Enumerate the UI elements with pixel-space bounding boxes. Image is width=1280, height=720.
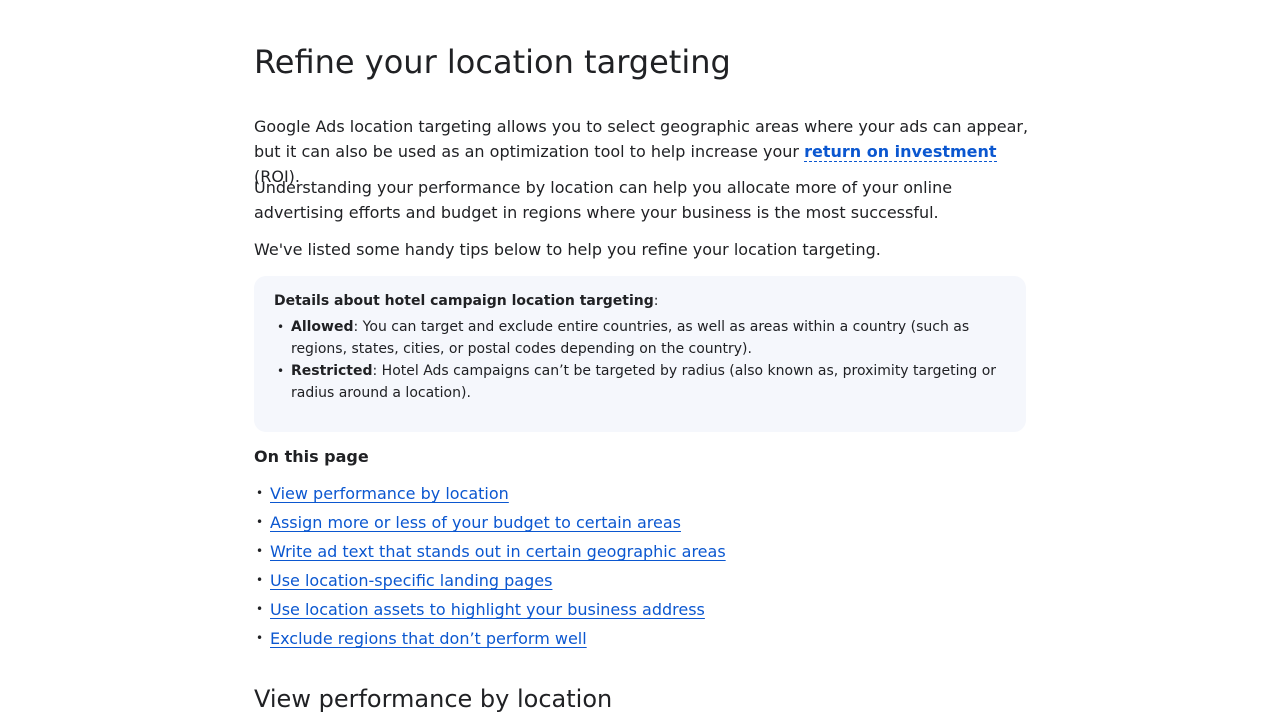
toc-item: Assign more or less of your budget to ce… xyxy=(254,510,726,539)
callout-title-bold: Details about hotel campaign location ta… xyxy=(274,293,654,309)
callout-item-restricted: Restricted: Hotel Ads campaigns can’t be… xyxy=(274,360,1006,404)
toc-link-exclude-regions[interactable]: Exclude regions that don’t perform well xyxy=(270,629,587,648)
toc-item: Write ad text that stands out in certain… xyxy=(254,539,726,568)
on-this-page-list: View performance by location Assign more… xyxy=(254,481,726,655)
callout-title-suffix: : xyxy=(653,293,659,309)
intro-paragraph-3: We've listed some handy tips below to he… xyxy=(254,240,881,259)
toc-item: View performance by location xyxy=(254,481,726,510)
hotel-targeting-callout: Details about hotel campaign location ta… xyxy=(254,276,1026,432)
toc-link-view-performance[interactable]: View performance by location xyxy=(270,484,509,503)
callout-item-text: : Hotel Ads campaigns can’t be targeted … xyxy=(291,363,997,401)
roi-link[interactable]: return on investment xyxy=(804,142,997,162)
callout-item-label: Allowed xyxy=(291,319,354,335)
page-title: Refine your location targeting xyxy=(254,43,731,81)
intro-paragraph-2: Understanding your performance by locati… xyxy=(254,178,953,222)
callout-item-text: : You can target and exclude entire coun… xyxy=(291,319,970,357)
toc-item: Use location assets to highlight your bu… xyxy=(254,597,726,626)
toc-link-landing-pages[interactable]: Use location-specific landing pages xyxy=(270,571,552,590)
toc-link-write-ad-text[interactable]: Write ad text that stands out in certain… xyxy=(270,542,726,561)
callout-item-allowed: Allowed: You can target and exclude enti… xyxy=(274,316,1006,360)
on-this-page-heading: On this page xyxy=(254,447,369,466)
toc-link-location-assets[interactable]: Use location assets to highlight your bu… xyxy=(270,600,705,619)
toc-item: Exclude regions that don’t perform well xyxy=(254,626,726,655)
callout-list: Allowed: You can target and exclude enti… xyxy=(274,316,1006,404)
section-heading-view-performance: View performance by location xyxy=(254,685,613,713)
callout-title: Details about hotel campaign location ta… xyxy=(274,290,1006,312)
toc-item: Use location-specific landing pages xyxy=(254,568,726,597)
toc-link-assign-budget[interactable]: Assign more or less of your budget to ce… xyxy=(270,513,681,532)
article-page: Refine your location targeting Google Ad… xyxy=(0,0,1280,720)
callout-item-label: Restricted xyxy=(291,363,373,379)
